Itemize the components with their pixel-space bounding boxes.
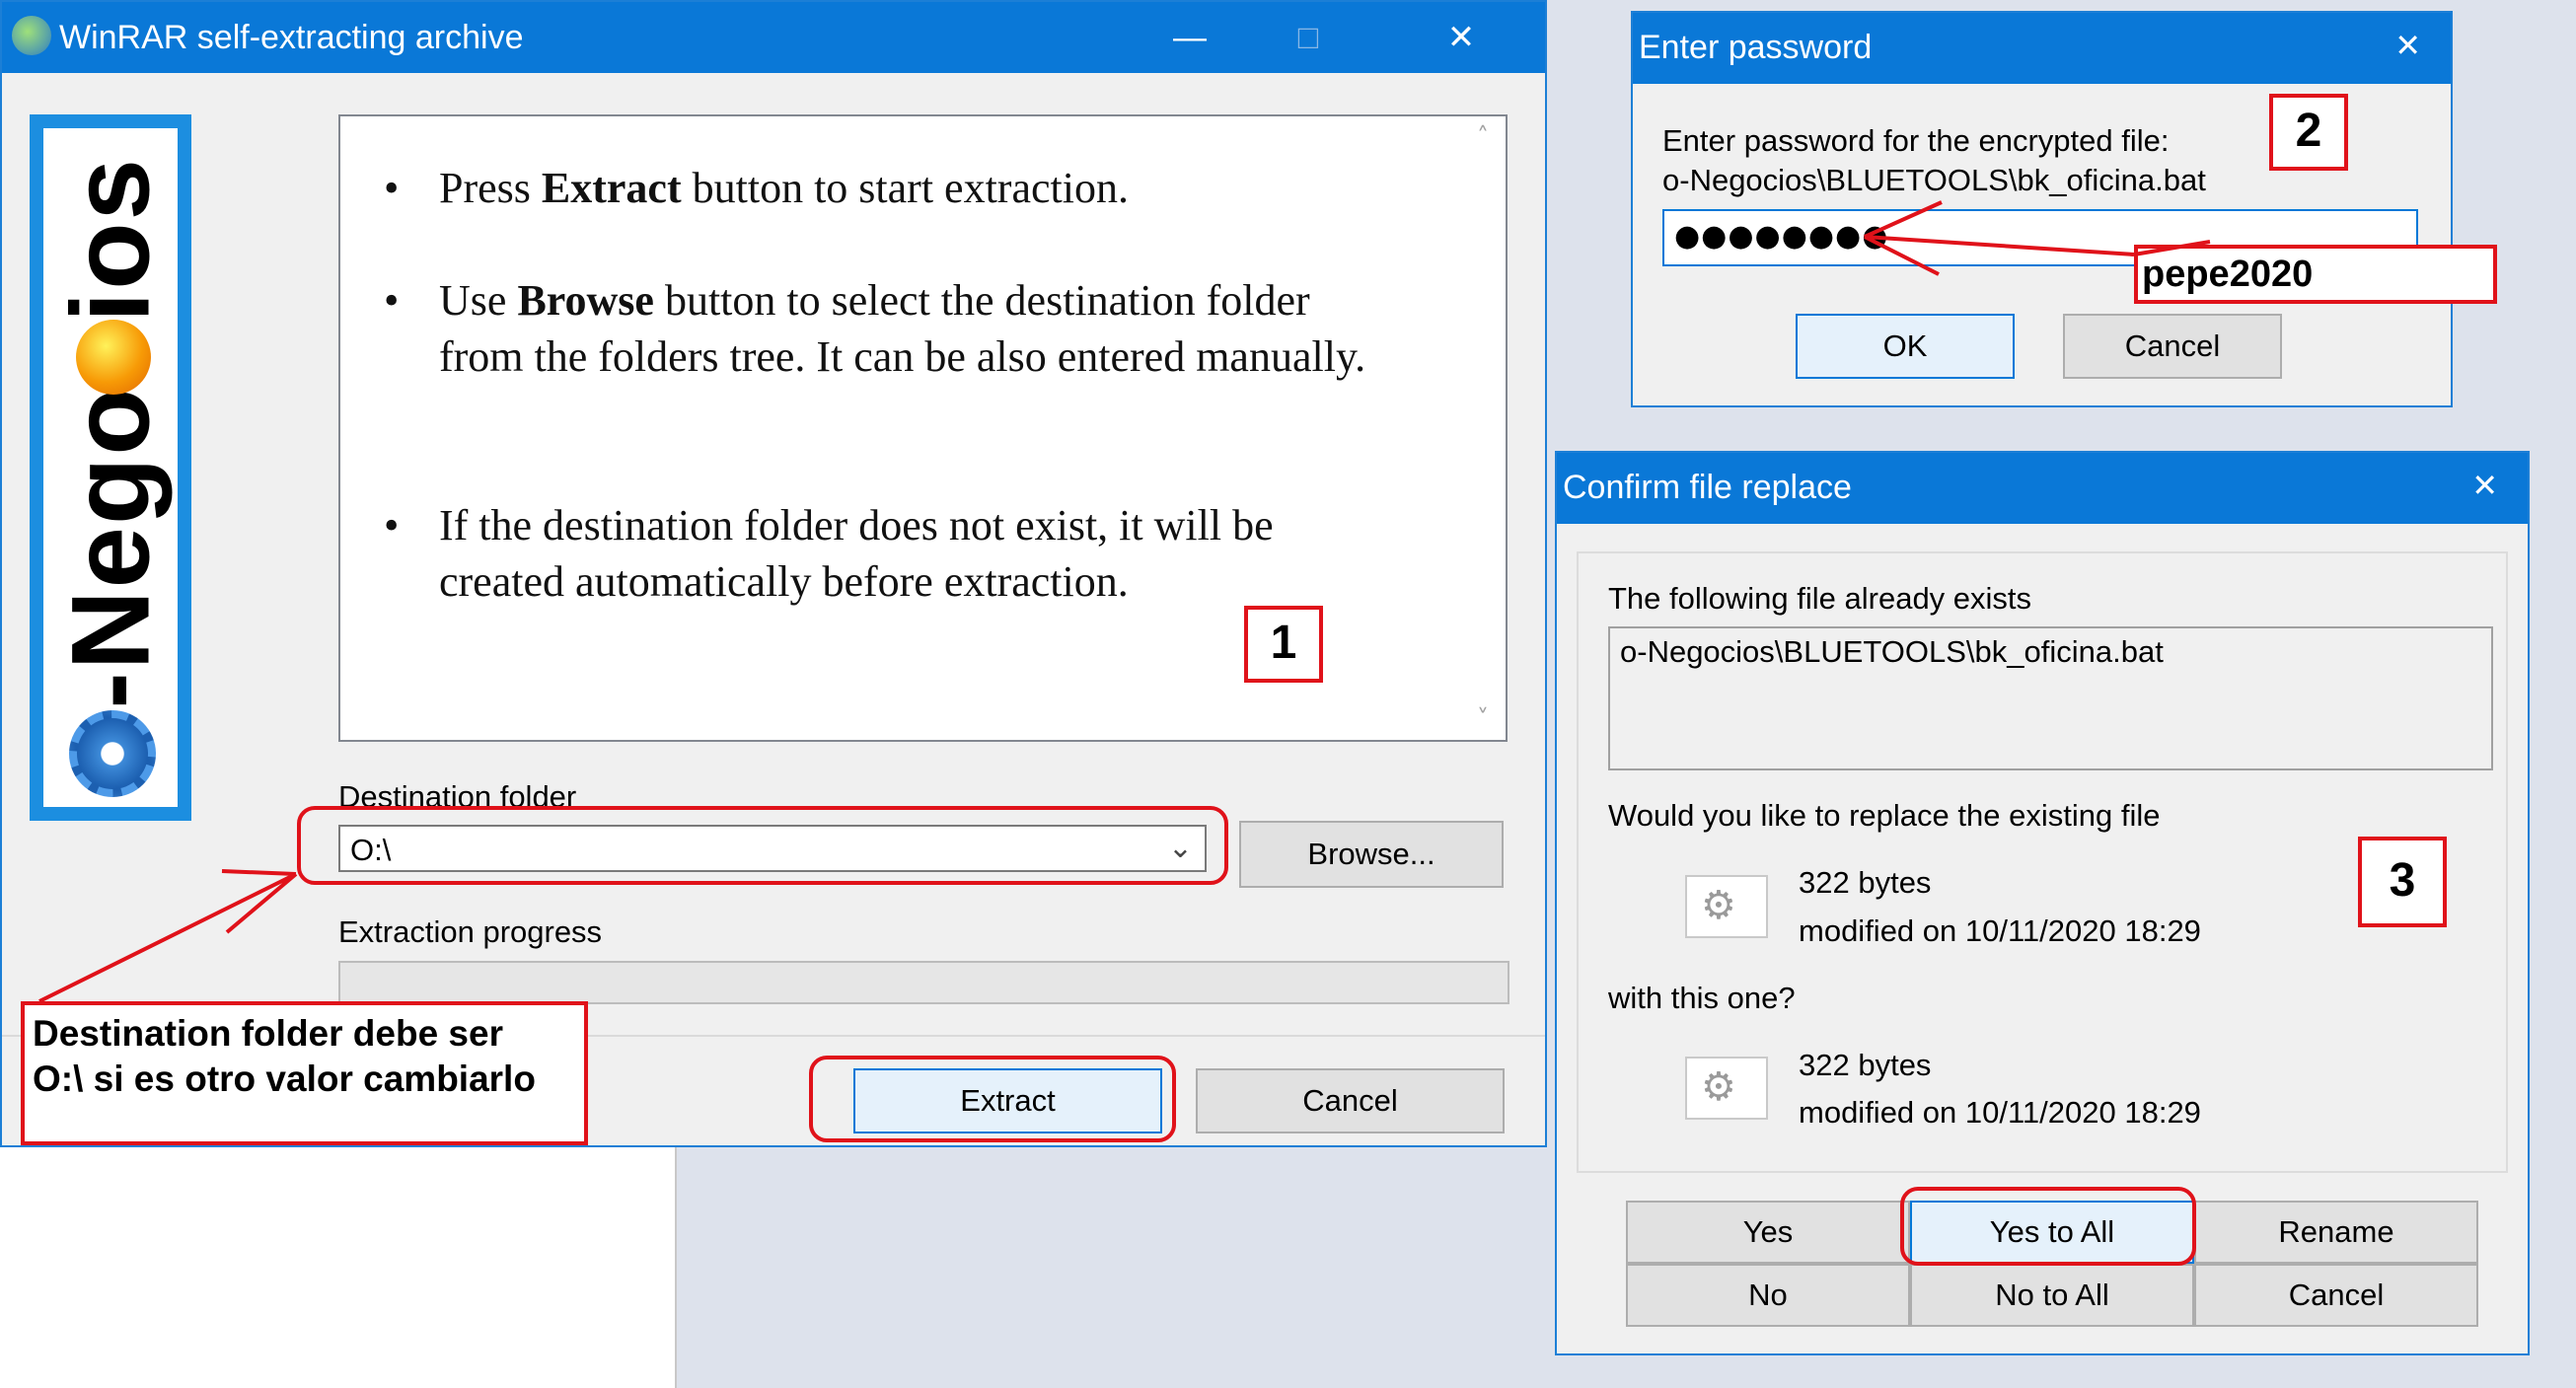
annotation-arrows [38, 200, 2211, 1003]
password-arrow [1864, 200, 2211, 276]
destination-arrow [38, 869, 298, 1003]
